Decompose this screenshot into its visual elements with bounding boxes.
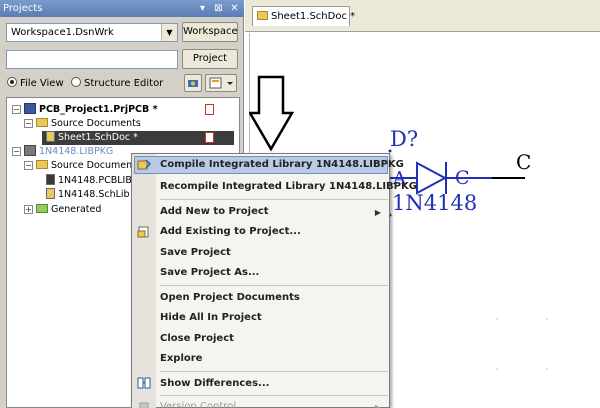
tree-item-label: Sheet1.SchDoc * [58, 132, 138, 143]
tree-item-generated[interactable]: + Generated [24, 203, 101, 217]
library-package-icon [24, 145, 36, 156]
comment-label[interactable]: 1N4148 [392, 191, 477, 215]
schematic-doc-icon [46, 131, 55, 142]
project-context-menu: Compile Integrated Library 1N4148.LIBPKG… [131, 153, 417, 408]
pin-c-label: C [455, 167, 470, 189]
tree-item-sheet1[interactable]: Sheet1.SchDoc * [46, 131, 138, 145]
menu-item-open-project-documents[interactable]: Open Project Documents [160, 291, 300, 305]
menu-item-close-project[interactable]: Close Project [160, 332, 234, 346]
menu-item-explore[interactable]: Explore [160, 352, 202, 366]
tree-item-label: 1N4148.PCBLIB [58, 175, 132, 186]
folder-icon [36, 160, 48, 169]
designator-label[interactable]: D? [390, 127, 418, 151]
schematic-library-icon [46, 188, 55, 199]
tree-item-label: Generated [51, 204, 102, 215]
menu-item-version-control: Version Control [160, 401, 237, 408]
pcb-library-icon [46, 174, 55, 185]
menu-icon-gutter [132, 154, 156, 408]
menu-item-hide-all-in-project[interactable]: Hide All In Project [160, 311, 262, 325]
expand-icon[interactable]: + [24, 205, 33, 214]
menu-item-recompile-integrated-library[interactable]: Recompile Integrated Library 1N4148.LIBP… [160, 180, 417, 194]
folder-icon [36, 204, 48, 213]
tree-item-source-documents[interactable]: − Source Documents [24, 117, 141, 131]
collapse-icon[interactable]: − [24, 119, 33, 128]
tab-label: Sheet1.SchDoc * [271, 11, 356, 22]
pcb-project-icon [24, 103, 36, 114]
menu-item-save-project-as[interactable]: Save Project As... [160, 266, 259, 280]
folder-icon [36, 118, 48, 127]
tree-item-lib-source-documents[interactable]: − Source Documents [24, 159, 141, 173]
tree-item-label: PCB_Project1.PrjPCB * [39, 104, 158, 115]
menu-item-compile-integrated-library[interactable]: Compile Integrated Library 1N4148.LIBPKG [160, 158, 404, 172]
submenu-arrow-icon: ▶ [374, 403, 381, 408]
document-dropdown-icon [209, 77, 233, 89]
tree-item-label: 1N4148.SchLib [58, 189, 130, 200]
menu-separator [160, 371, 388, 372]
version-control-icon [139, 402, 149, 408]
tree-item-label: 1N4148.LIBPKG [39, 146, 114, 157]
tree-item-label: Source Documents [51, 118, 141, 129]
modified-document-icon [205, 132, 214, 143]
show-differences-icon [137, 377, 151, 389]
project-button[interactable]: Project [182, 49, 238, 69]
panel-title-bar: Projects ▾ ⊠ ✕ [0, 0, 244, 17]
modified-document-icon [205, 104, 214, 115]
tree-item-pcb-project[interactable]: − PCB_Project1.PrjPCB * [12, 103, 158, 117]
file-view-label: File View [20, 78, 64, 89]
tree-item-schlib[interactable]: 1N4148.SchLib [46, 188, 130, 202]
pin-icon[interactable]: ⊠ [212, 2, 225, 15]
radio-selected-icon [7, 77, 17, 87]
project-options-icon [188, 80, 198, 87]
structure-editor-radio[interactable]: Structure Editor [71, 77, 163, 91]
grid-marks [496, 318, 548, 370]
menu-item-add-existing-to-project[interactable]: Add Existing to Project... [160, 225, 301, 239]
collapse-icon[interactable]: − [12, 105, 21, 114]
panel-title: Projects [3, 3, 43, 14]
tab-sheet1-schdoc[interactable]: Sheet1.SchDoc * [252, 6, 355, 26]
schematic-doc-icon [257, 11, 268, 20]
compile-icon [137, 159, 151, 170]
radio-icon [71, 77, 81, 87]
workspace-combo[interactable]: Workspace1.DsnWrk ▼ [6, 23, 178, 42]
collapse-icon[interactable]: − [12, 147, 21, 156]
add-existing-icon [137, 226, 149, 238]
menu-item-show-differences[interactable]: Show Differences... [160, 377, 269, 391]
menu-item-save-project[interactable]: Save Project [160, 246, 231, 260]
submenu-arrow-icon: ▶ [374, 208, 381, 217]
panel-menu-button[interactable]: ▾ [196, 2, 209, 15]
menu-item-add-new-to-project[interactable]: Add New to Project [160, 205, 269, 219]
workspace-button[interactable]: Workspace [182, 22, 238, 42]
tree-item-pcblib[interactable]: 1N4148.PCBLIB [46, 174, 132, 188]
menu-separator [160, 285, 388, 286]
collapse-icon[interactable]: − [24, 161, 33, 170]
menu-separator [160, 395, 388, 396]
project-menu-button[interactable] [205, 74, 237, 92]
structure-editor-label: Structure Editor [84, 78, 164, 89]
down-arrow-annotation [249, 75, 295, 152]
chevron-down-icon[interactable]: ▼ [161, 24, 177, 41]
project-combo[interactable] [6, 50, 178, 69]
menu-separator [160, 199, 388, 200]
tree-item-libpkg[interactable]: − 1N4148.LIBPKG [12, 145, 113, 159]
workspace-combo-value: Workspace1.DsnWrk [11, 27, 114, 38]
close-panel-button[interactable]: ✕ [228, 2, 241, 15]
net-label-c[interactable]: C [516, 150, 531, 174]
project-options-button[interactable] [184, 74, 202, 92]
tree-item-label: Source Documents [51, 160, 141, 171]
file-view-radio[interactable]: File View [7, 77, 64, 91]
